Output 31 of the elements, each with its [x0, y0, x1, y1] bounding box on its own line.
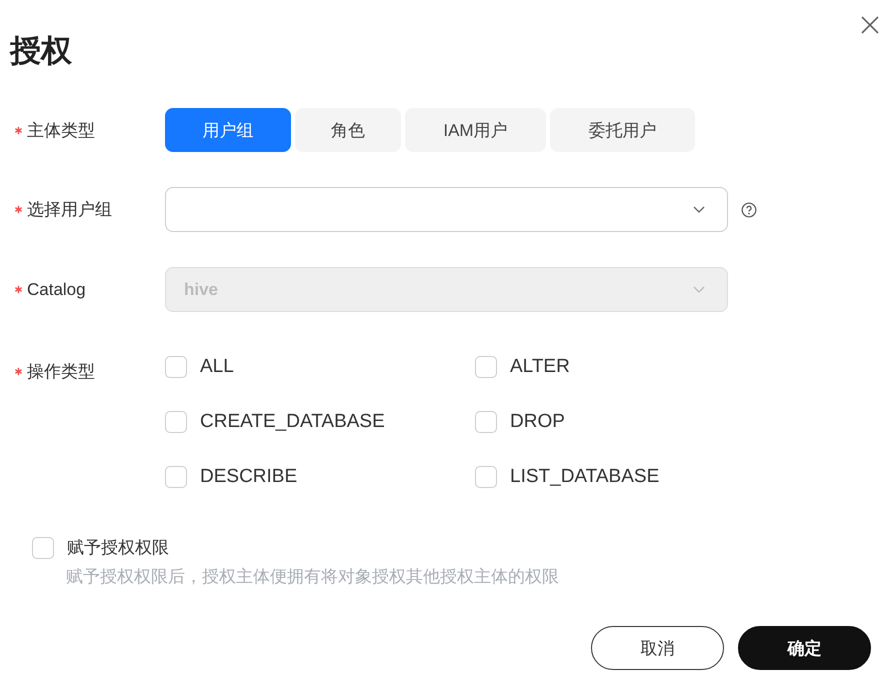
confirm-button[interactable]: 确定 — [738, 626, 871, 670]
segment-tab[interactable]: 委托用户 — [550, 108, 695, 152]
dialog-title: 授权 — [10, 32, 72, 70]
checkbox-label: CREATE_DATABASE — [200, 411, 385, 433]
checkbox-label: DROP — [510, 411, 565, 433]
checkbox-label: LIST_DATABASE — [510, 466, 660, 488]
checkbox[interactable] — [475, 466, 497, 488]
checkbox-label: ALTER — [510, 356, 570, 378]
segment-tab[interactable]: 角色 — [295, 108, 401, 152]
user-group-select[interactable] — [165, 187, 728, 232]
close-icon[interactable] — [860, 15, 880, 35]
field-label: Catalog — [27, 280, 86, 300]
checkbox[interactable] — [475, 411, 497, 433]
checkbox-label: 赋予授权权限 — [67, 537, 169, 559]
cancel-button[interactable]: 取消 — [591, 626, 724, 670]
segment-tab[interactable]: 用户组 — [165, 108, 291, 152]
segment-tab[interactable]: IAM用户 — [405, 108, 546, 152]
field-label: 主体类型 — [27, 120, 95, 142]
checkbox-label: ALL — [200, 356, 234, 378]
field-label: 选择用户组 — [27, 199, 112, 221]
checkbox-label: DESCRIBE — [200, 466, 298, 488]
checkbox[interactable] — [165, 411, 187, 433]
checkbox[interactable] — [475, 356, 497, 378]
help-icon[interactable] — [741, 202, 757, 218]
checkbox[interactable] — [32, 536, 54, 558]
field-label: 操作类型 — [27, 361, 95, 383]
chevron-down-icon — [693, 286, 705, 294]
chevron-down-icon — [693, 206, 705, 214]
help-text: 赋予授权权限后，授权主体便拥有将对象授权其他授权主体的权限 — [66, 566, 560, 588]
checkbox[interactable] — [165, 466, 187, 488]
checkbox[interactable] — [165, 356, 187, 378]
